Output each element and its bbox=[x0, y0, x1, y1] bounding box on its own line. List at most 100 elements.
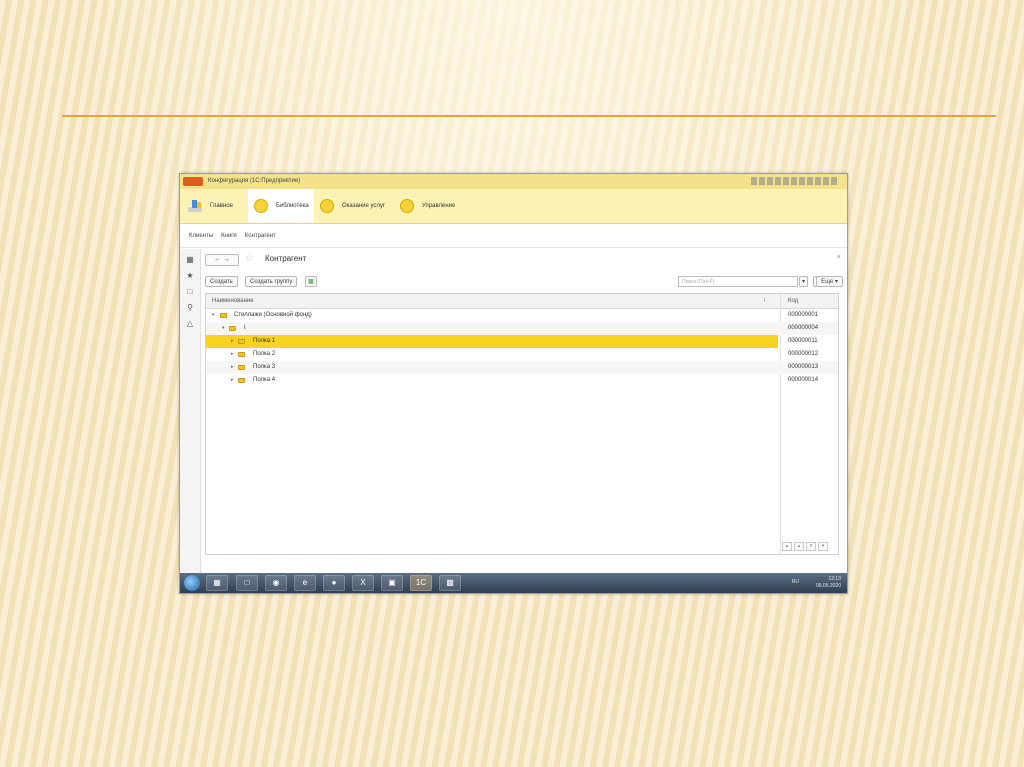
toolbar-icon[interactable] bbox=[759, 177, 765, 185]
expand-arrow-icon[interactable]: ▸ bbox=[231, 364, 234, 370]
explorer-folder-icon[interactable]: □ bbox=[236, 575, 258, 591]
row-code: 000000014 bbox=[788, 377, 819, 383]
toolbar-icon[interactable] bbox=[767, 177, 773, 185]
toolbar-icon[interactable] bbox=[799, 177, 805, 185]
toolbar-icon[interactable] bbox=[775, 177, 781, 185]
create-group-button[interactable]: Создать группу bbox=[245, 276, 298, 287]
section-label: Оказание услуг bbox=[342, 203, 386, 209]
taskbar-app-icon[interactable]: ▦ bbox=[206, 575, 228, 591]
collapse-arrow-icon[interactable]: ▾ bbox=[212, 312, 215, 318]
table-row[interactable]: ▸ Полка 4 000000014 bbox=[206, 374, 838, 387]
taskbar-app-icon[interactable]: ▩ bbox=[439, 575, 461, 591]
circle-icon bbox=[400, 199, 414, 213]
window-title: Конфигурация (1С:Предприятие) bbox=[208, 178, 301, 184]
window-titlebar: Конфигурация (1С:Предприятие) bbox=[180, 174, 847, 190]
history-icon[interactable]: □ bbox=[185, 287, 195, 297]
home-icon bbox=[186, 198, 204, 214]
form-title: Контрагент bbox=[265, 254, 307, 263]
table-row-selected[interactable]: ▸ Полка 1 000000011 bbox=[206, 335, 838, 348]
row-name: Полка 2 bbox=[253, 351, 276, 357]
clock-time: 12:13 bbox=[828, 576, 841, 582]
data-table: Наименование ↓ Код ▾ Стеллажи (Основной … bbox=[205, 293, 839, 555]
minimize-icon[interactable] bbox=[815, 177, 821, 185]
language-indicator[interactable]: RU bbox=[792, 579, 799, 585]
close-icon[interactable] bbox=[831, 177, 837, 185]
expand-arrow-icon[interactable]: ▸ bbox=[231, 377, 234, 383]
collapse-arrow-icon[interactable]: ▾ bbox=[222, 325, 225, 331]
clock-date: 06.05.2020 bbox=[815, 583, 841, 589]
toolbar-icon[interactable] bbox=[783, 177, 789, 185]
bell-icon[interactable]: △ bbox=[185, 319, 195, 329]
subnav-item-clients[interactable]: Клиенты bbox=[189, 233, 213, 239]
more-label: Еще bbox=[821, 279, 834, 285]
excel-icon[interactable]: X bbox=[352, 575, 374, 591]
start-button[interactable] bbox=[184, 575, 200, 591]
section-panel: Главное Библиотека Оказание услуг Управл… bbox=[180, 189, 847, 224]
favorites-star-icon[interactable]: ★ bbox=[185, 271, 195, 281]
more-button[interactable]: Еще ▾ bbox=[816, 276, 843, 287]
row-name: Полка 4 bbox=[253, 377, 276, 383]
toolbar-icon[interactable] bbox=[791, 177, 797, 185]
row-code: 000000001 bbox=[788, 312, 819, 318]
section-management[interactable]: Управление bbox=[400, 189, 470, 223]
page-down-icon[interactable]: ▾ bbox=[806, 542, 816, 551]
windows-taskbar: ▦ □ ◉ e ● X ▣ 1C ▩ RU 12:13 06.05.2020 bbox=[180, 573, 847, 593]
excel-export-icon[interactable]: ▩ bbox=[305, 276, 317, 287]
section-home[interactable]: Главное bbox=[186, 189, 248, 223]
section-services[interactable]: Оказание услуг bbox=[320, 189, 400, 223]
subnav-item-books[interactable]: Книги bbox=[221, 233, 237, 239]
page-first-icon[interactable]: ▴ bbox=[782, 542, 792, 551]
subnav-item-counterparty[interactable]: Контрагент bbox=[245, 233, 276, 239]
column-header-code[interactable]: Код bbox=[788, 298, 798, 304]
expand-arrow-icon[interactable]: ▸ bbox=[231, 351, 234, 357]
chrome-icon[interactable]: ◉ bbox=[265, 575, 287, 591]
circle-icon bbox=[254, 199, 268, 213]
maximize-icon[interactable] bbox=[823, 177, 829, 185]
page-up-icon[interactable]: ▴ bbox=[794, 542, 804, 551]
row-name: Полка 1 bbox=[253, 338, 276, 344]
folder-icon bbox=[238, 352, 245, 357]
table-header: Наименование ↓ Код bbox=[206, 294, 838, 309]
row-name: Стеллажи (Основной фонд) bbox=[234, 312, 312, 318]
row-code: 000000013 bbox=[788, 364, 819, 370]
close-icon[interactable]: × bbox=[837, 254, 841, 261]
form-content: ← → ☆ Контрагент × Создать Создать групп… bbox=[201, 249, 847, 573]
sort-arrow-icon: ↓ bbox=[763, 297, 766, 303]
system-clock[interactable]: 12:13 06.05.2020 bbox=[816, 576, 841, 590]
table-row[interactable]: ▾ Стеллажи (Основной фонд) 000000001 bbox=[206, 309, 838, 322]
firefox-icon[interactable]: ● bbox=[323, 575, 345, 591]
back-forward-buttons[interactable]: ← → bbox=[205, 254, 239, 266]
folder-icon bbox=[238, 339, 245, 344]
folder-icon bbox=[220, 313, 227, 318]
subnav: Клиенты Книги Контрагент bbox=[180, 224, 847, 248]
table-row[interactable]: ▾ I 000000004 bbox=[206, 322, 838, 335]
folder-icon bbox=[238, 378, 245, 383]
table-row[interactable]: ▸ Полка 2 000000012 bbox=[206, 348, 838, 361]
search-input[interactable]: Поиск (Ctrl+F) bbox=[678, 276, 798, 287]
menu-grid-icon[interactable]: ▦ bbox=[185, 255, 195, 265]
section-library[interactable]: Библиотека bbox=[248, 189, 314, 223]
toolbar-icon[interactable] bbox=[807, 177, 813, 185]
create-button[interactable]: Создать bbox=[205, 276, 238, 287]
network-icon[interactable]: ▣ bbox=[381, 575, 403, 591]
app-logo-icon bbox=[183, 177, 203, 186]
titlebar-controls bbox=[751, 177, 837, 185]
search-dropdown-icon[interactable]: ▾ bbox=[799, 276, 808, 287]
column-header-name[interactable]: Наименование bbox=[212, 298, 254, 304]
circle-icon bbox=[320, 199, 334, 213]
toolbar-icon[interactable] bbox=[751, 177, 757, 185]
selection-highlight bbox=[206, 335, 778, 348]
favorite-star-icon[interactable]: ☆ bbox=[245, 253, 254, 264]
app-screenshot: Конфигурация (1С:Предприятие) Главное Би… bbox=[179, 173, 848, 594]
expand-arrow-icon[interactable]: ▸ bbox=[231, 338, 234, 344]
folder-icon bbox=[229, 326, 236, 331]
folder-icon bbox=[238, 365, 245, 370]
table-row[interactable]: ▸ Полка 3 000000013 bbox=[206, 361, 838, 374]
left-toolbar: ▦ ★ □ ⚲ △ bbox=[180, 249, 201, 573]
onec-app-icon[interactable]: 1C bbox=[410, 575, 432, 591]
ie-icon[interactable]: e bbox=[294, 575, 316, 591]
search-icon[interactable]: ⚲ bbox=[185, 303, 195, 313]
page-last-icon[interactable]: ▾ bbox=[818, 542, 828, 551]
row-code: 000000012 bbox=[788, 351, 819, 357]
row-name: I bbox=[244, 325, 246, 331]
